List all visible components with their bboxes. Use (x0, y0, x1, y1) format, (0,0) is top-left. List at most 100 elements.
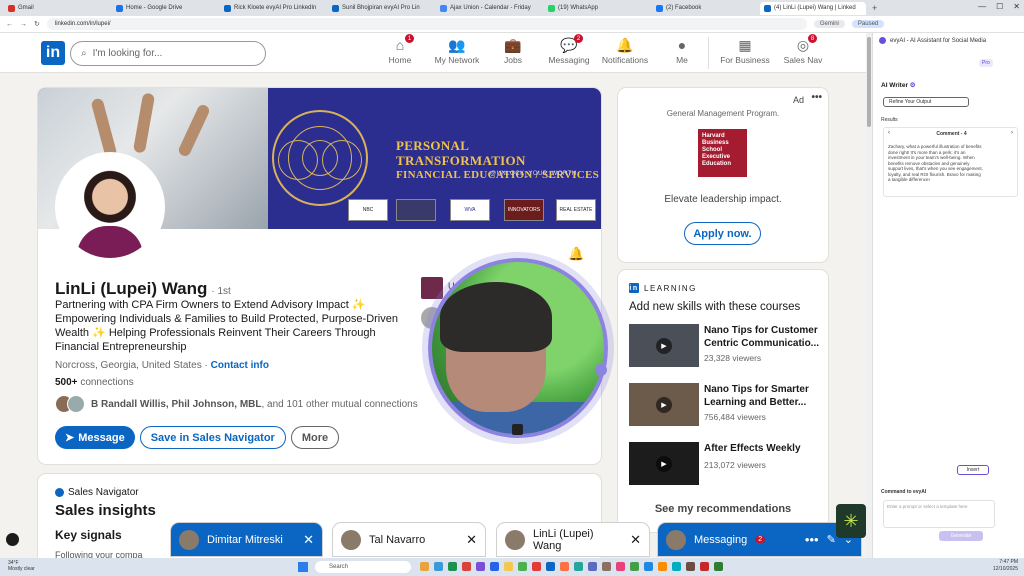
close-icon[interactable]: ✕ (1013, 2, 1020, 11)
taskbar-app-icon[interactable] (546, 562, 555, 571)
course-item[interactable]: ▶ Nano Tips for Customer Centric Communic… (629, 324, 821, 370)
minimize-icon[interactable]: — (978, 2, 986, 11)
contact-info-link[interactable]: Contact info (211, 360, 269, 371)
taskbar-app-icon[interactable] (504, 562, 513, 571)
close-icon[interactable]: ✕ (466, 532, 477, 548)
browser-tab[interactable]: (2) Facebook (652, 2, 758, 15)
taskbar-search[interactable]: Search (315, 561, 411, 573)
taskbar-app-icon[interactable] (630, 562, 639, 571)
organization-logo[interactable] (421, 277, 443, 299)
chevron-left-icon[interactable]: ‹ (888, 130, 890, 136)
chat-window-tab[interactable]: Tal Navarro ✕ (333, 523, 485, 556)
linkedin-logo[interactable]: in (41, 41, 65, 65)
browser-tab[interactable]: Gmail (4, 2, 110, 15)
notification-bell-icon[interactable]: 🔔 (568, 246, 584, 261)
taskbar-app-icon[interactable] (686, 562, 695, 571)
taskbar-app-icon[interactable] (448, 562, 457, 571)
nav-me[interactable]: ● Me (652, 37, 712, 65)
chat-window-tab[interactable]: Dimitar Mitreski ✕ (171, 523, 322, 556)
close-icon[interactable]: ✕ (630, 532, 641, 548)
browser-tab[interactable]: Ajax Union - Calendar - Friday (436, 2, 542, 15)
taskbar-app-icon[interactable] (602, 562, 611, 571)
course-thumbnail[interactable]: ▶ (629, 383, 699, 426)
taskbar-app-icon[interactable] (714, 562, 723, 571)
connections-count[interactable]: 500+ connections (55, 377, 134, 388)
close-icon[interactable]: ✕ (303, 532, 314, 548)
maximize-icon[interactable]: ☐ (996, 2, 1003, 11)
chevron-right-icon[interactable]: › (1011, 130, 1013, 136)
profile-name-text: LinLi (Lupei) Wang (55, 279, 208, 298)
nav-home[interactable]: ⌂ 1 Home (370, 34, 430, 65)
settings-icon[interactable]: ⚙ (910, 82, 916, 89)
nav-notifications[interactable]: 🔔 Notifications (595, 37, 655, 66)
profile-photo[interactable] (55, 152, 165, 262)
weather-widget[interactable]: 34°F Mostly clear (8, 560, 35, 572)
course-title[interactable]: Nano Tips for Customer Centric Communica… (704, 324, 819, 350)
taskbar-app-icon[interactable] (434, 562, 443, 571)
course-item[interactable]: ▶ Nano Tips for Smarter Learning and Bett… (629, 383, 821, 429)
course-thumbnail[interactable]: ▶ (629, 442, 699, 485)
taskbar-app-icon[interactable] (462, 562, 471, 571)
avatar (179, 529, 199, 550)
course-title[interactable]: Nano Tips for Smarter Learning and Bette… (704, 383, 819, 409)
browser-tab[interactable]: (19) WhatsApp (544, 2, 650, 15)
windows-start-icon[interactable] (298, 562, 308, 572)
course-thumbnail[interactable]: ▶ (629, 324, 699, 367)
taskbar-app-icon[interactable] (420, 562, 429, 571)
harvard-business-school-logo[interactable]: Harvard Business School Executive Educat… (698, 129, 747, 177)
profile-button[interactable]: Paused (851, 20, 885, 28)
save-sales-navigator-button[interactable]: Save in Sales Navigator (139, 426, 286, 449)
taskbar-app-icon[interactable] (574, 562, 583, 571)
favicon-icon (548, 4, 555, 12)
taskbar-app-icon[interactable] (476, 562, 485, 571)
taskbar-app-icon[interactable] (658, 562, 667, 571)
more-options-icon[interactable]: ••• (811, 92, 822, 103)
new-tab-icon[interactable]: + (868, 3, 881, 13)
nav-jobs[interactable]: 💼 Jobs (483, 37, 543, 66)
course-item[interactable]: ▶ After Effects Weekly 213,072 viewers (629, 442, 821, 488)
taskbar-app-icon[interactable] (518, 562, 527, 571)
more-options-icon[interactable]: ••• (805, 532, 819, 547)
forward-icon[interactable]: → (20, 21, 27, 28)
apply-now-button[interactable]: Apply now. (684, 222, 761, 245)
message-button[interactable]: ➤ Message (55, 426, 135, 449)
browser-tab[interactable]: (4) LinLi (Lupei) Wang | Linked (760, 1, 866, 15)
webcam-handle[interactable] (595, 364, 607, 376)
evyai-launcher-icon[interactable]: ✳ (836, 504, 866, 538)
back-icon[interactable]: ← (6, 21, 13, 28)
nav-sales-nav[interactable]: ◎ 8 Sales Nav (773, 34, 833, 65)
chat-window-tab[interactable]: LinLi (Lupei) Wang ✕ (497, 523, 649, 556)
taskbar-app-icon[interactable] (616, 562, 625, 571)
taskbar-app-icon[interactable] (532, 562, 541, 571)
more-button[interactable]: More (290, 426, 340, 449)
taskbar-app-icon[interactable] (588, 562, 597, 571)
taskbar-clock[interactable]: 7:47 PM 12/10/2025 (993, 559, 1018, 573)
insert-button[interactable]: Insert (957, 465, 989, 475)
gemini-button[interactable]: Gemini (813, 20, 845, 28)
nav-my-network[interactable]: 👥 My Network (427, 37, 487, 66)
taskbar-app-icon[interactable] (490, 562, 499, 571)
camera-icon[interactable] (512, 424, 523, 435)
refine-output-dropdown[interactable]: Refine Your Output (883, 97, 969, 107)
browser-tab[interactable]: Home - Google Drive (112, 2, 218, 15)
taskbar-app-icon[interactable] (700, 562, 709, 571)
compose-icon[interactable]: ✎ (827, 533, 836, 546)
messaging-tray[interactable]: Messaging 2 ••• ✎ ⌄ (658, 523, 861, 556)
browser-tab[interactable]: Rick Kloete evyAI Pro LinkedIn (220, 2, 326, 15)
taskbar-app-icon[interactable] (560, 562, 569, 571)
browser-tab[interactable]: Sunil Bhojpiran evyAI Pro Lin (328, 2, 434, 15)
taskbar-app-icon[interactable] (644, 562, 653, 571)
see-recommendations-link[interactable]: See my recommendations (618, 503, 828, 515)
course-title[interactable]: After Effects Weekly (704, 442, 819, 455)
search-input[interactable]: ⌕ I'm looking for... (70, 41, 266, 66)
url-input[interactable]: linkedin.com/in/lupei/ (46, 18, 807, 30)
prompt-input[interactable]: Enter a prompt or select a template here (883, 500, 995, 528)
nav-for-business[interactable]: ▦ For Business (715, 37, 775, 66)
nav-messaging[interactable]: 💬 2 Messaging (539, 34, 599, 65)
reload-icon[interactable]: ↻ (34, 20, 40, 28)
mutual-connections[interactable]: B Randall Willis, Phil Johnson, MBL, and… (55, 395, 418, 413)
taskbar-app-icon[interactable] (672, 562, 681, 571)
connection-degree: · 1st (211, 286, 231, 297)
generate-button[interactable]: Generate (939, 531, 983, 541)
course-viewers: 23,328 viewers (704, 353, 762, 363)
